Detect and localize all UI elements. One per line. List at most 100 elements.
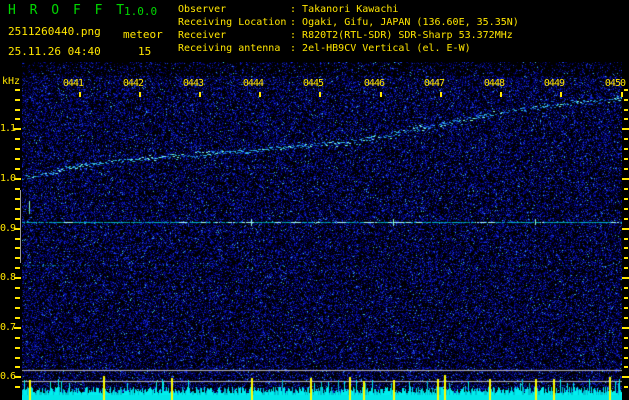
- freq-tick: [15, 138, 20, 140]
- freq-tick: [15, 297, 20, 299]
- freq-tick-label: 1.1: [0, 123, 16, 134]
- time-tick-label: 0449: [543, 78, 565, 89]
- freq-tick: [15, 89, 20, 91]
- time-tick: [621, 92, 623, 97]
- freq-tick-right: [624, 347, 628, 349]
- freq-tick-right: [622, 376, 629, 378]
- freq-tick: [15, 99, 20, 101]
- freq-tick-right: [622, 128, 629, 130]
- freq-tick-label: 0.9: [0, 223, 16, 234]
- time-tick: [440, 92, 442, 97]
- freq-tick-label: 0.8: [0, 272, 16, 283]
- time-tick-label: 0448: [483, 78, 505, 89]
- freq-tick-right: [624, 138, 628, 140]
- freq-tick-right: [624, 99, 628, 101]
- separator-colon: :: [290, 30, 303, 41]
- station-info-row: Receiving antenna: 2el-HB9CV Vertical (e…: [178, 42, 519, 55]
- freq-tick: [15, 317, 20, 319]
- freq-tick: [15, 267, 20, 269]
- time-tick-label: 0447: [423, 78, 445, 89]
- freq-tick: [14, 327, 21, 329]
- time-tick: [199, 92, 201, 97]
- station-info-label: Receiving Location: [178, 17, 287, 28]
- calibration-bar: [20, 190, 21, 263]
- time-tick: [79, 92, 81, 97]
- freq-tick-right: [624, 188, 628, 190]
- separator-colon: :: [290, 4, 303, 15]
- freq-tick-right: [624, 148, 628, 150]
- time-tick-label: 0442: [122, 78, 144, 89]
- freq-tick: [15, 386, 20, 388]
- spectrogram-canvas: [22, 62, 622, 400]
- freq-tick: [15, 307, 20, 309]
- freq-tick-right: [624, 158, 628, 160]
- freq-tick-label: 0.6: [0, 371, 16, 382]
- freq-tick-right: [624, 118, 628, 120]
- time-tick: [139, 92, 141, 97]
- freq-tick-right: [624, 337, 628, 339]
- time-tick-label: 0446: [363, 78, 385, 89]
- time-tick: [259, 92, 261, 97]
- station-info-row: Receiver: R820T2(RTL-SDR) SDR-Sharp 53.3…: [178, 29, 519, 42]
- freq-tick: [15, 158, 20, 160]
- freq-tick-right: [624, 247, 628, 249]
- freq-tick: [15, 118, 20, 120]
- station-info-row: Observer: Takanori Kawachi: [178, 3, 519, 16]
- freq-tick-right: [624, 287, 628, 289]
- station-info-label: Receiver: [178, 30, 227, 41]
- station-info-value: 2el-HB9CV Vertical (el. E-W): [302, 43, 471, 54]
- freq-tick: [14, 178, 21, 180]
- frequency-axis-unit: kHz: [2, 76, 21, 87]
- freq-tick: [15, 287, 20, 289]
- freq-tick-right: [624, 357, 628, 359]
- station-info-label: Observer: [178, 4, 227, 15]
- time-tick: [319, 92, 321, 97]
- freq-tick: [15, 168, 20, 170]
- app-title: H R O F F T: [8, 3, 128, 18]
- freq-tick: [15, 337, 20, 339]
- observation-timestamp: 25.11.26 04:40: [8, 45, 101, 58]
- time-tick-label: 0443: [182, 78, 204, 89]
- freq-tick: [15, 366, 20, 368]
- freq-tick-right: [624, 109, 628, 111]
- freq-tick-right: [624, 218, 628, 220]
- time-tick-label: 0444: [242, 78, 264, 89]
- freq-tick-right: [622, 178, 629, 180]
- time-tick-label: 0441: [62, 78, 84, 89]
- station-info-value: R820T2(RTL-SDR) SDR-Sharp 53.372MHz: [302, 30, 513, 41]
- freq-tick-label: 0.7: [0, 322, 16, 333]
- freq-tick-right: [624, 307, 628, 309]
- time-tick-label: 0445: [302, 78, 324, 89]
- freq-tick: [14, 128, 21, 130]
- station-info-value: Ogaki, Gifu, JAPAN (136.60E, 35.35N): [302, 17, 519, 28]
- output-filename: 2511260440.png: [8, 25, 101, 38]
- station-info-value: Takanori Kawachi: [302, 4, 399, 15]
- freq-tick-right: [622, 277, 629, 279]
- freq-tick-right: [624, 198, 628, 200]
- station-info-row: Receiving Location: Ogaki, Gifu, JAPAN (…: [178, 16, 519, 29]
- time-tick: [500, 92, 502, 97]
- freq-tick-right: [624, 257, 628, 259]
- freq-tick: [15, 347, 20, 349]
- freq-tick-label: 1.0: [0, 173, 16, 184]
- meteor-count: 15: [138, 45, 152, 58]
- freq-tick-right: [622, 228, 629, 230]
- freq-tick: [14, 277, 21, 279]
- time-tick-label: 0450: [604, 78, 626, 89]
- freq-tick-right: [622, 327, 629, 329]
- freq-tick-right: [624, 267, 628, 269]
- station-info-label: Receiving antenna: [178, 43, 281, 54]
- freq-tick: [15, 357, 20, 359]
- freq-tick: [15, 148, 20, 150]
- separator-colon: :: [290, 43, 303, 54]
- freq-tick-right: [624, 317, 628, 319]
- station-info-block: Observer: Takanori Kawachi Receiving Loca…: [178, 3, 519, 55]
- freq-tick-right: [624, 366, 628, 368]
- mode-label: meteor: [123, 28, 163, 41]
- time-tick: [560, 92, 562, 97]
- freq-tick-right: [624, 238, 628, 240]
- freq-tick-right: [624, 297, 628, 299]
- freq-tick-right: [624, 168, 628, 170]
- freq-tick: [15, 109, 20, 111]
- time-tick: [380, 92, 382, 97]
